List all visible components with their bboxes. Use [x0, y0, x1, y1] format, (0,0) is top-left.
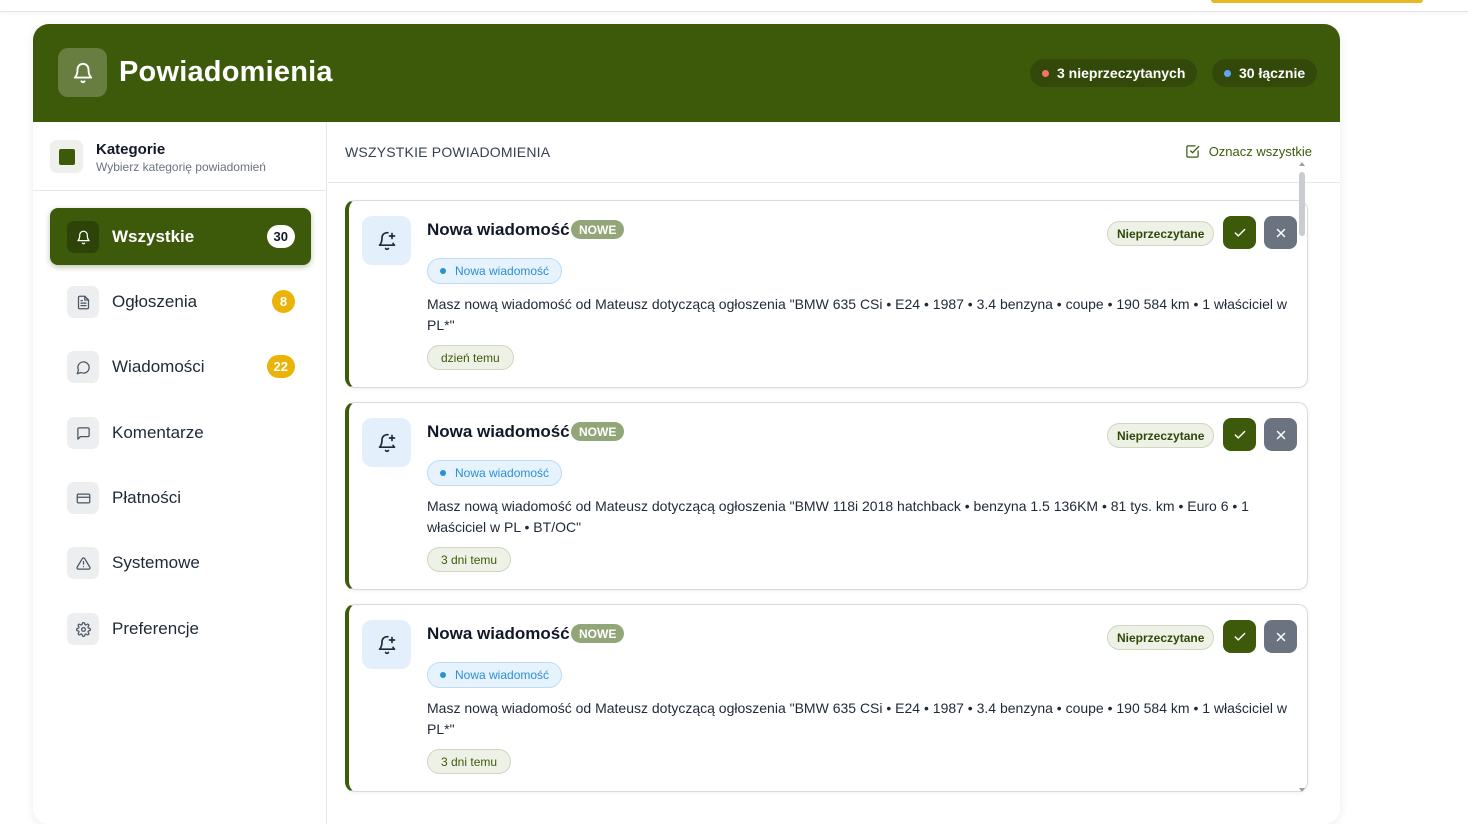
top-accent-strip: [1211, 0, 1423, 3]
total-count-badge: 30 łącznie: [1212, 59, 1318, 87]
scrollbar[interactable]: [1296, 160, 1307, 800]
sidebar-item-label: Wszystkie: [112, 227, 195, 246]
unread-dot-icon: [1042, 69, 1049, 77]
notifications-panel: Powiadomienia 3 nieprzeczytanych 30 łącz…: [33, 24, 1340, 824]
dot-icon: [440, 470, 446, 476]
unread-count-badge: 3 nieprzeczytanych: [1030, 59, 1198, 87]
new-badge: NOWE: [571, 220, 625, 239]
type-badge: Nowa wiadomość: [427, 662, 563, 688]
close-icon: [1276, 228, 1285, 237]
notification-card[interactable]: Nowa wiadomość NOWE Nowa wiadomość Masz …: [345, 200, 1308, 388]
notification-text: Masz nową wiadomość od Mateusz dotyczącą…: [427, 498, 1249, 535]
sidebar-item-label: Preferencje: [112, 619, 199, 638]
total-count-label: 30 łącznie: [1239, 65, 1306, 81]
sidebar-item-ogloszenia[interactable]: Ogłoszenia 8: [50, 273, 311, 330]
bell-icon: [58, 48, 107, 97]
mark-all-button[interactable]: Oznacz wszystkie: [1185, 144, 1312, 159]
count-badge: 30: [266, 225, 295, 248]
notifications-main: WSZYSTKIE POWIADOMIENIA Oznacz wszystkie…: [328, 122, 1340, 824]
credit-card-icon: [67, 482, 99, 514]
timestamp-badge: 3 dni temu: [427, 547, 512, 572]
total-dot-icon: [1224, 69, 1231, 77]
sidebar-title: Kategorie: [96, 141, 166, 158]
close-icon: [1276, 632, 1285, 641]
sidebar-item-wszystkie[interactable]: Wszystkie 30: [50, 208, 311, 265]
bell-plus-icon: [362, 418, 411, 467]
timestamp-badge: dzień temu: [427, 345, 514, 370]
count-badge: 8: [272, 290, 295, 313]
warning-icon: [67, 547, 99, 579]
count-badge: 22: [266, 355, 295, 378]
type-badge: Nowa wiadomość: [427, 460, 563, 486]
bell-icon: [67, 221, 99, 253]
type-label: Nowa wiadomość: [455, 264, 550, 278]
sidebar-item-label: Płatności: [112, 488, 181, 507]
scroll-up-arrow-icon[interactable]: [1299, 162, 1305, 166]
sidebar-subtitle: Wybierz kategorię powiadomień: [96, 160, 266, 174]
sidebar-item-label: Systemowe: [112, 553, 200, 572]
dot-icon: [440, 672, 446, 678]
new-badge: NOWE: [571, 624, 625, 643]
section-title: WSZYSTKIE POWIADOMIENIA: [345, 144, 551, 160]
close-icon: [1276, 430, 1285, 439]
unread-count-label: 3 nieprzeczytanych: [1057, 65, 1186, 81]
notification-text: Masz nową wiadomość od Mateusz dotyczącą…: [427, 700, 1288, 737]
type-label: Nowa wiadomość: [455, 466, 550, 480]
check-icon: [1234, 228, 1245, 237]
bell-plus-icon: [362, 620, 411, 669]
category-sidebar: Kategorie Wybierz kategorię powiadomień …: [33, 122, 327, 824]
mark-read-button[interactable]: [1223, 418, 1256, 451]
status-badge: Nieprzeczytane: [1107, 625, 1215, 650]
status-badge: Nieprzeczytane: [1107, 423, 1215, 448]
new-badge: NOWE: [571, 422, 625, 441]
dot-icon: [440, 268, 446, 274]
checkbox-icon: [1185, 145, 1200, 158]
timestamp-badge: 3 dni temu: [427, 749, 512, 774]
document-icon: [67, 286, 99, 318]
notification-text: Masz nową wiadomość od Mateusz dotyczącą…: [427, 296, 1288, 333]
delete-button[interactable]: [1264, 418, 1297, 451]
mark-all-label: Oznacz wszystkie: [1208, 144, 1312, 159]
sidebar-item-label: Komentarze: [112, 423, 204, 442]
main-header: WSZYSTKIE POWIADOMIENIA Oznacz wszystkie: [328, 122, 1340, 183]
scrollbar-thumb[interactable]: [1299, 172, 1305, 236]
sidebar-item-platnosci[interactable]: Płatności: [50, 469, 311, 526]
notification-card[interactable]: Nowa wiadomość NOWE Nowa wiadomość Masz …: [345, 604, 1308, 792]
notification-title: Nowa wiadomość: [427, 220, 570, 239]
sidebar-item-systemowe[interactable]: Systemowe: [50, 534, 311, 591]
type-badge: Nowa wiadomość: [427, 258, 563, 284]
sidebar-item-wiadomosci[interactable]: Wiadomości 22: [50, 338, 311, 395]
bell-plus-icon: [362, 216, 411, 265]
chat-bubble-icon: [67, 351, 99, 383]
sidebar-item-preferencje[interactable]: Preferencje: [50, 600, 311, 657]
delete-button[interactable]: [1264, 216, 1297, 249]
status-badge: Nieprzeczytane: [1107, 221, 1215, 246]
delete-button[interactable]: [1264, 620, 1297, 653]
panel-header: Powiadomienia 3 nieprzeczytanych 30 łącz…: [33, 24, 1340, 122]
check-icon: [1234, 430, 1245, 439]
mark-read-button[interactable]: [1223, 216, 1256, 249]
check-icon: [1234, 632, 1245, 641]
notification-title: Nowa wiadomość: [427, 422, 570, 441]
notification-title: Nowa wiadomość: [427, 624, 570, 643]
mark-read-button[interactable]: [1223, 620, 1256, 653]
type-label: Nowa wiadomość: [455, 668, 550, 682]
sidebar-item-komentarze[interactable]: Komentarze: [50, 404, 311, 461]
scroll-down-arrow-icon[interactable]: [1299, 788, 1305, 792]
comment-icon: [67, 417, 99, 449]
category-square-icon: [50, 140, 83, 173]
sidebar-item-label: Ogłoszenia: [112, 292, 198, 311]
notification-card[interactable]: Nowa wiadomość NOWE Nowa wiadomość Masz …: [345, 402, 1308, 590]
sidebar-item-label: Wiadomości: [112, 357, 205, 376]
sidebar-header: Kategorie Wybierz kategorię powiadomień: [33, 122, 327, 191]
gear-icon: [67, 613, 99, 645]
page-title: Powiadomienia: [119, 56, 333, 88]
